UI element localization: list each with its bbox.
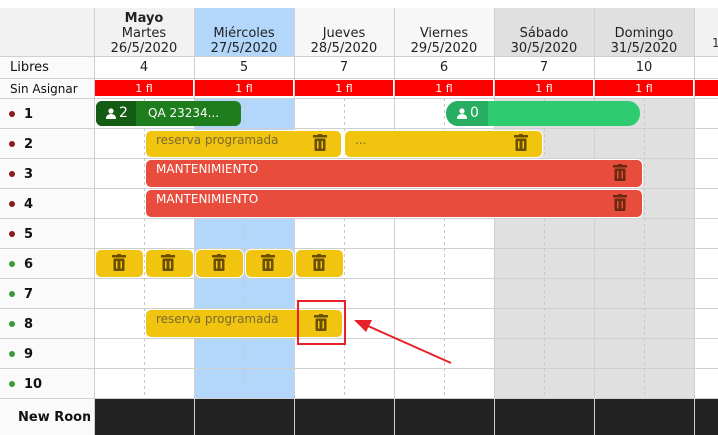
annotation-arrow [354,320,452,364]
booking-calendar: Mayo Martes 26/5/2020 Miércoles 27/5/202… [0,0,718,435]
